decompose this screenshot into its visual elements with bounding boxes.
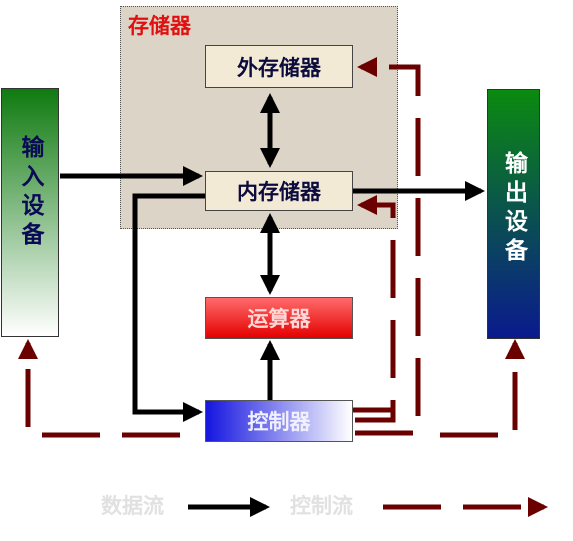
- output-device-box: 输出设备: [487, 89, 540, 339]
- external-memory-label: 外存储器: [237, 55, 321, 80]
- alu-label: 运算器: [247, 307, 311, 331]
- internal-memory-label: 内存储器: [237, 180, 321, 204]
- external-memory-box: 外存储器: [205, 45, 353, 88]
- data-arrow-internal-to-controller: [132, 193, 205, 422]
- control-arrow-to-external: [355, 57, 421, 436]
- alu-box: 运算器: [205, 297, 353, 339]
- output-device-label: 输出设备: [500, 151, 527, 267]
- input-device-label: 输入设备: [17, 134, 43, 251]
- controller-box: 控制器: [205, 400, 353, 442]
- input-device-box: 输入设备: [1, 88, 59, 337]
- legend-control-flow-label: 控制流: [290, 494, 353, 518]
- legend-data-flow-label: 数据流: [101, 494, 164, 518]
- controller-label: 控制器: [247, 410, 311, 434]
- internal-memory-box: 内存储器: [205, 171, 353, 211]
- control-arrow-to-internal: [355, 195, 396, 423]
- computer-architecture-diagram: 存储器 外存储器 内存储器 运算器 控制器 输入设备 输出设备 数据流 控制流: [0, 0, 573, 541]
- control-arrow-to-output: [440, 339, 525, 438]
- control-arrow-to-input: [18, 339, 180, 438]
